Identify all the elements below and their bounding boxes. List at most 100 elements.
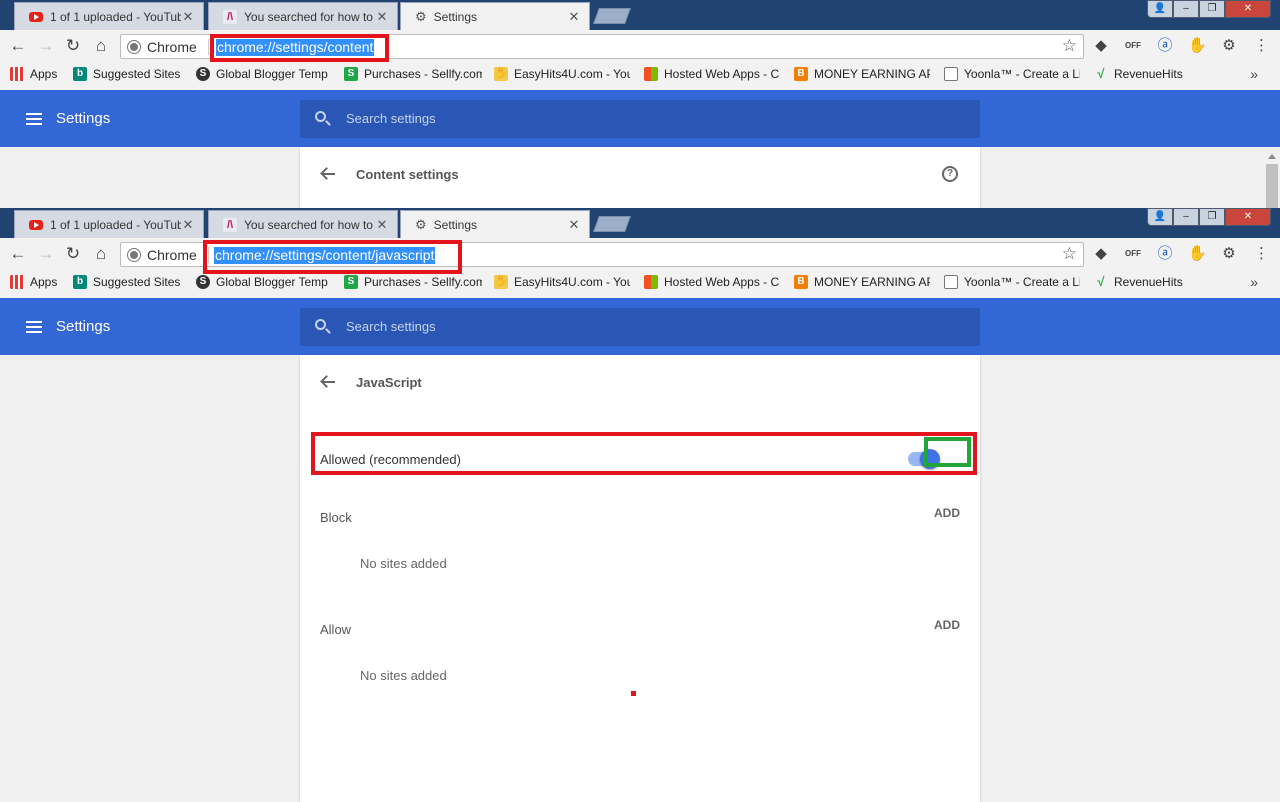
bookmark-global-blogger[interactable]: S Global Blogger Temp	[196, 275, 331, 289]
search-settings-input[interactable]: Search settings	[300, 308, 980, 346]
back-button[interactable]: ←	[8, 244, 28, 264]
hamburger-menu-icon[interactable]	[26, 113, 42, 125]
back-arrow-icon[interactable]	[320, 165, 338, 183]
bookmark-yoonla[interactable]: Yoonla™ - Create a Li	[944, 275, 1080, 289]
bookmark-money-earning[interactable]: B MONEY EARNING AP	[794, 275, 930, 289]
maximize-button[interactable]: ❐	[1199, 208, 1225, 226]
scroll-up-arrow-icon[interactable]	[1268, 154, 1276, 159]
new-tab-button[interactable]	[593, 216, 631, 232]
bookmarks-bar: Apps b Suggested Sites S Global Blogger Te…	[0, 62, 1280, 90]
bookmark-hosted-web-apps[interactable]: Hosted Web Apps - C	[644, 67, 782, 81]
bookmark-yoonla[interactable]: Yoonla™ - Create a Li	[944, 67, 1080, 81]
bookmark-revenuehits[interactable]: √ RevenueHits	[1094, 67, 1183, 81]
scroll-thumb[interactable]	[1266, 164, 1278, 208]
bookmark-label: Global Blogger Temp	[216, 275, 328, 289]
bookmark-revenuehits[interactable]: √ RevenueHits	[1094, 275, 1182, 289]
apps-grid-icon	[10, 275, 24, 289]
tab-close-icon[interactable]: ✕	[181, 9, 195, 25]
window-controls: 👤 – ❐ ✕	[1147, 208, 1271, 226]
bookmark-money-earning[interactable]: B MONEY EARNING AP	[794, 67, 930, 81]
add-block-site-button[interactable]: ADD	[934, 506, 960, 520]
search-placeholder: Search settings	[346, 319, 436, 334]
bookmark-label: Hosted Web Apps - C	[664, 275, 780, 289]
home-button[interactable]: ⌂	[91, 36, 111, 56]
tab-settings[interactable]: ⚙ Settings ✕	[400, 2, 590, 30]
bookmark-label: Yoonla™ - Create a Li	[964, 275, 1080, 289]
sellfy-icon: S	[344, 275, 358, 289]
tab-search[interactable]: /\ You searched for how to ✕	[208, 210, 398, 238]
bookmark-easyhits[interactable]: ✋ EasyHits4U.com - You	[494, 275, 630, 289]
back-button[interactable]: ←	[8, 36, 28, 56]
forward-button[interactable]: →	[36, 36, 56, 56]
tab-title: Settings	[433, 217, 478, 232]
page-scrollbar[interactable]	[1264, 150, 1280, 208]
toolbar: ← → ↻ ⌂ Chrome chrome://settings/content…	[0, 238, 1280, 270]
toggle-highlight-box	[924, 437, 971, 467]
home-button[interactable]: ⌂	[91, 244, 111, 264]
minimize-button[interactable]: –	[1173, 0, 1199, 18]
bookmark-suggested-sites[interactable]: b Suggested Sites	[73, 275, 180, 289]
tab-close-icon[interactable]: ✕	[567, 217, 581, 233]
bookmark-hosted-web-apps[interactable]: Hosted Web Apps - C	[644, 275, 782, 289]
reload-button[interactable]: ↻	[63, 36, 83, 56]
a-extension-icon[interactable]: ⓐ	[1156, 245, 1174, 263]
bing-icon: b	[73, 275, 87, 289]
chrome-icon	[128, 41, 140, 53]
minimize-button[interactable]: –	[1173, 208, 1199, 226]
tab-youtube[interactable]: 1 of 1 uploaded - YouTube ✕	[14, 210, 204, 238]
easyhits-icon: ✋	[494, 67, 508, 81]
back-arrow-icon[interactable]	[320, 373, 338, 391]
bookmark-sellfy[interactable]: S Purchases - Sellfy.com	[344, 67, 482, 81]
star-icon[interactable]: ☆	[1062, 244, 1077, 264]
tab-settings[interactable]: ⚙ Settings ✕	[400, 210, 590, 238]
gear-extension-icon[interactable]: ⚙	[1220, 37, 1238, 55]
bookmark-suggested-sites[interactable]: b Suggested Sites	[73, 67, 180, 81]
a-extension-icon[interactable]: ⓐ	[1156, 37, 1174, 55]
bookmark-label: RevenueHits	[1114, 67, 1183, 81]
user-icon[interactable]: 👤	[1147, 208, 1173, 226]
tab-close-icon[interactable]: ✕	[181, 217, 195, 233]
reload-button[interactable]: ↻	[63, 244, 83, 264]
bookmark-label: MONEY EARNING AP	[814, 275, 930, 289]
gear-icon: ⚙	[415, 216, 427, 232]
bookmark-global-blogger[interactable]: S Global Blogger Temp	[196, 67, 331, 81]
bookmark-label: MONEY EARNING AP	[814, 67, 930, 81]
bookmark-apps[interactable]: Apps	[10, 275, 57, 289]
maximize-button[interactable]: ❐	[1199, 0, 1225, 18]
close-window-button[interactable]: ✕	[1225, 0, 1271, 18]
new-tab-button[interactable]	[593, 8, 631, 24]
bookmarks-more-button[interactable]: »	[1250, 66, 1258, 82]
tab-close-icon[interactable]: ✕	[375, 9, 389, 25]
hand-extension-icon[interactable]: ✋	[1188, 37, 1207, 55]
off-extension-icon[interactable]: OFF	[1122, 245, 1144, 263]
s-circle-icon: S	[196, 67, 210, 81]
close-window-button[interactable]: ✕	[1225, 208, 1271, 226]
gear-extension-icon[interactable]: ⚙	[1220, 245, 1238, 263]
revenuehits-icon: √	[1097, 67, 1105, 81]
site-a-icon: /\	[223, 9, 237, 24]
bookmark-apps[interactable]: Apps	[10, 67, 57, 81]
bookmark-easyhits[interactable]: ✋ EasyHits4U.com - You	[494, 67, 630, 81]
tab-close-icon[interactable]: ✕	[375, 217, 389, 233]
tab-youtube[interactable]: 1 of 1 uploaded - YouTube ✕	[14, 2, 204, 30]
bookmark-label: Global Blogger Temp	[216, 67, 328, 81]
forward-button[interactable]: →	[36, 244, 56, 264]
hand-extension-icon[interactable]: ✋	[1188, 245, 1207, 263]
search-settings-input[interactable]: Search settings	[300, 100, 980, 138]
tab-strip: 1 of 1 uploaded - YouTube ✕ /\ You searc…	[0, 0, 1280, 30]
star-icon[interactable]: ☆	[1062, 36, 1077, 56]
hamburger-menu-icon[interactable]	[26, 321, 42, 333]
add-allow-site-button[interactable]: ADD	[934, 618, 960, 632]
menu-dots-icon[interactable]: ⋮	[1254, 245, 1269, 263]
eraser-extension-icon[interactable]: ◆	[1092, 245, 1110, 263]
off-extension-icon[interactable]: OFF	[1122, 37, 1144, 55]
bookmark-label: Purchases - Sellfy.com	[364, 67, 482, 81]
bookmarks-more-button[interactable]: »	[1250, 274, 1258, 290]
help-icon[interactable]: ?	[942, 166, 958, 182]
bookmark-sellfy[interactable]: S Purchases - Sellfy.com	[344, 275, 482, 289]
tab-search[interactable]: /\ You searched for how to ✕	[208, 2, 398, 30]
tab-close-icon[interactable]: ✕	[567, 9, 581, 25]
menu-dots-icon[interactable]: ⋮	[1254, 37, 1269, 55]
eraser-extension-icon[interactable]: ◆	[1092, 37, 1110, 55]
user-icon[interactable]: 👤	[1147, 0, 1173, 18]
